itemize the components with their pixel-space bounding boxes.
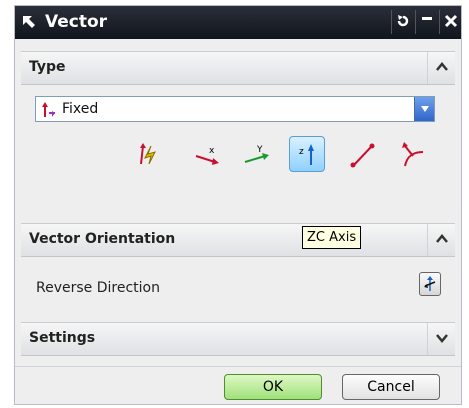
minimize-button[interactable]	[415, 10, 437, 34]
minimize-icon	[421, 17, 432, 20]
zc-axis-icon[interactable]: z	[289, 136, 325, 172]
orientation-section-body: Reverse Direction	[21, 258, 455, 318]
reverse-direction-icon	[424, 276, 436, 291]
reverse-direction-button[interactable]	[419, 272, 441, 296]
chevron-up-icon[interactable]	[427, 52, 455, 84]
vector-type-dropdown[interactable]: Fixed	[35, 96, 435, 122]
title-bar[interactable]: Vector	[15, 6, 461, 39]
fixed-vector-icon	[40, 101, 58, 119]
vector-dialog: Vector Type Fixed x Y z Vector Orientati…	[14, 5, 462, 405]
type-section-header[interactable]: Type	[21, 51, 455, 85]
orientation-section-title: Vector Orientation	[29, 231, 176, 247]
close-button[interactable]	[439, 10, 461, 34]
close-icon	[444, 14, 457, 28]
chevron-down-icon[interactable]	[427, 323, 455, 355]
curve-vector-icon[interactable]	[395, 136, 431, 172]
svg-text:z: z	[299, 147, 304, 157]
lightning-vector-icon[interactable]	[129, 136, 165, 172]
reset-button[interactable]	[391, 10, 413, 34]
type-section-body: Fixed x Y z	[21, 86, 455, 223]
orientation-section-header[interactable]: Vector Orientation	[21, 223, 455, 257]
chevron-down-icon[interactable]	[414, 97, 434, 121]
window-title: Vector	[45, 12, 108, 32]
xc-axis-icon[interactable]: x	[189, 136, 225, 172]
tooltip: ZC Axis	[302, 226, 362, 249]
dropdown-value: Fixed	[62, 101, 99, 117]
type-section-title: Type	[29, 59, 66, 75]
cancel-button[interactable]: Cancel	[342, 374, 440, 400]
svg-text:Y: Y	[256, 145, 263, 155]
svg-text:x: x	[209, 146, 215, 156]
two-points-icon[interactable]	[345, 136, 381, 172]
footer-divider	[15, 366, 461, 367]
reset-icon	[397, 15, 408, 27]
vector-arrow-icon	[21, 14, 37, 30]
chevron-up-icon[interactable]	[427, 224, 455, 256]
yc-axis-icon[interactable]: Y	[239, 136, 275, 172]
settings-section-header[interactable]: Settings	[21, 322, 455, 356]
ok-button[interactable]: OK	[224, 374, 322, 400]
settings-section-title: Settings	[29, 330, 96, 346]
reverse-direction-label: Reverse Direction	[36, 280, 160, 296]
